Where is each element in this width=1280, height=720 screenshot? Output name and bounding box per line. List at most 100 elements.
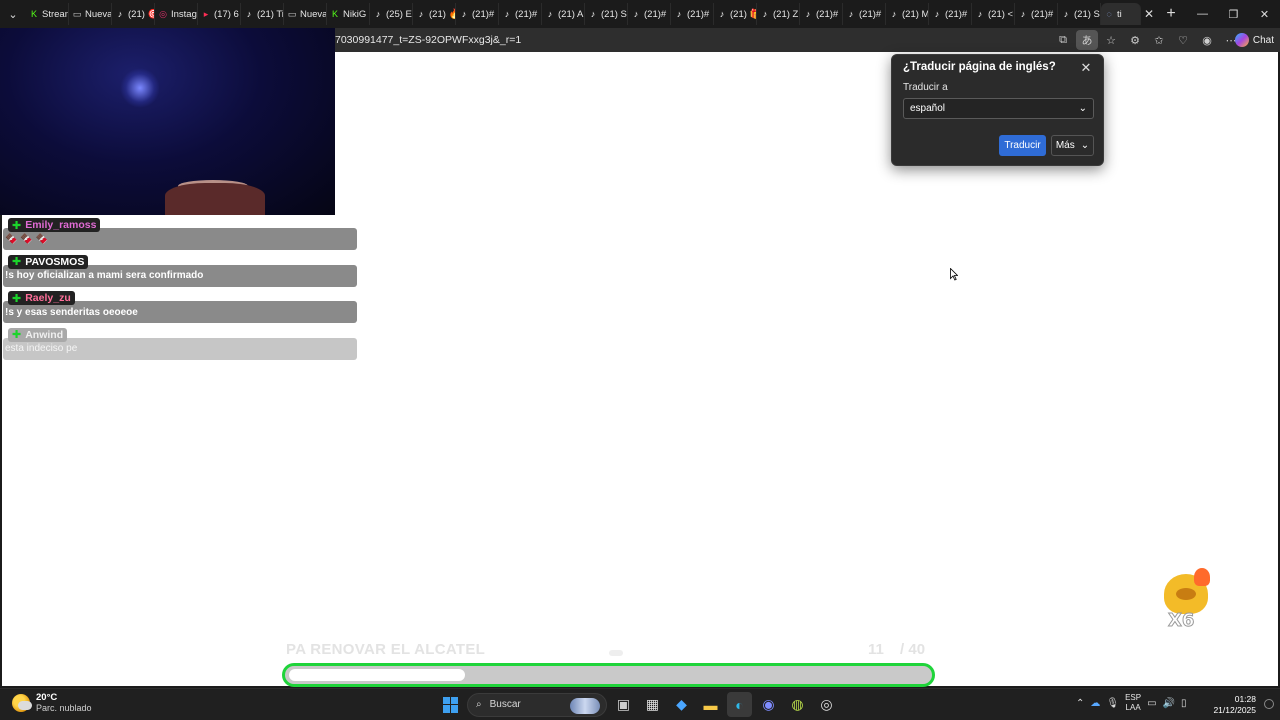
tab-7[interactable]: K NikiG — [327, 3, 370, 25]
tab-5[interactable]: ♪ (21) Tik — [241, 3, 284, 25]
tiktok-icon: ♪ — [461, 9, 467, 19]
tab-label: (21) 🔥 — [429, 8, 455, 20]
tab-list: KStream▭Nueva♪(21) 🎯◎Instagr▸(17) 6♪(21)… — [26, 0, 1101, 28]
translate-title: ¿Traducir página de inglés? — [903, 61, 1056, 73]
tiktok-icon: ♪ — [504, 9, 510, 19]
tab-2[interactable]: ♪ (21) 🎯 — [112, 3, 155, 25]
chat-username: Raely_zu — [25, 292, 71, 304]
tab-6[interactable]: ▭ Nueva — [284, 3, 327, 25]
profile-avatar-icon[interactable]: ◉ — [1196, 30, 1218, 50]
taskbar-search-placeholder: Buscar — [489, 699, 521, 710]
copilot-chat-button[interactable]: Chat — [1234, 31, 1274, 49]
new-tab-button[interactable]: + — [1157, 0, 1185, 28]
copilot-chat-label: Chat — [1252, 34, 1274, 46]
more-options-button[interactable]: Más ⌄ — [1051, 135, 1094, 156]
microphone-icon[interactable]: 🎙 — [1106, 698, 1119, 709]
store-icon[interactable]: ▦ — [640, 692, 665, 717]
tab-12[interactable]: ♪ (21) A — [542, 3, 585, 25]
clock[interactable]: 01:28 21/12/2025 — [1213, 694, 1256, 716]
discord-icon[interactable]: ◉ — [756, 692, 781, 717]
app-icon[interactable]: ◍ — [785, 692, 810, 717]
favorite-star-icon[interactable]: ☆ — [1100, 30, 1122, 50]
tab-label: (21)# — [816, 8, 839, 20]
start-button[interactable] — [438, 692, 463, 717]
weather-widget[interactable]: 20°C Parc. nublado — [12, 692, 92, 714]
tab-21[interactable]: ♪ (21)# — [929, 3, 972, 25]
tab-24[interactable]: ♪ (21) S — [1058, 3, 1101, 25]
chat-username-badge[interactable]: ✚ Anwind — [8, 327, 68, 342]
tab-10[interactable]: ♪ (21)# — [456, 3, 499, 25]
tab-23[interactable]: ♪ (21)# — [1015, 3, 1058, 25]
chat-username-badge[interactable]: ✚ PAVOSMOS — [8, 254, 89, 269]
tab-16[interactable]: ♪ (21) 🎁 — [714, 3, 757, 25]
tiktok-icon: ♪ — [762, 9, 768, 19]
tab-11[interactable]: ♪ (21)# — [499, 3, 542, 25]
show-hidden-icons-icon[interactable]: ⌃ — [1076, 698, 1084, 709]
tab-label: Nueva — [85, 8, 112, 20]
close-icon[interactable]: ✕ — [1077, 59, 1095, 77]
tab-20[interactable]: ♪ (21) M — [886, 3, 929, 25]
task-view-icon[interactable]: ▣ — [611, 692, 636, 717]
translate-popup: ¿Traducir página de inglés? ✕ Traducir a… — [891, 54, 1104, 166]
goal-counter: 11 / 40 — [868, 641, 925, 658]
windows-logo-icon — [442, 696, 459, 713]
tab-0[interactable]: K Stream — [26, 3, 69, 25]
chat-username-badge[interactable]: ✚ Emily_ramoss — [8, 218, 101, 232]
goal-label: PA RENOVAR EL ALCATEL — [286, 641, 486, 658]
tab-1[interactable]: ▭ Nueva — [69, 3, 112, 25]
tab-label: (21)# — [472, 8, 495, 20]
onedrive-icon[interactable]: ☁ — [1090, 698, 1100, 709]
battery-icon[interactable]: ▯ — [1181, 698, 1187, 709]
tab-22[interactable]: ♪ (21) < — [972, 3, 1015, 25]
translate-icon[interactable]: あ — [1076, 30, 1098, 50]
browser-essentials-icon[interactable]: ♡ — [1172, 30, 1194, 50]
tiktok-icon: ♪ — [719, 9, 725, 19]
taskbar-search[interactable]: ⌕ Buscar — [467, 692, 607, 717]
open-in-app-icon[interactable]: ⧉ — [1052, 30, 1074, 50]
edge-browser-icon[interactable]: ◐ — [727, 692, 752, 717]
tab-active[interactable]: ◌ ti — [1101, 3, 1141, 25]
volume-icon[interactable]: 🔊 — [1163, 698, 1175, 709]
tiktok-icon: ♪ — [375, 9, 381, 19]
copilot-app-icon[interactable]: ◆ — [669, 692, 694, 717]
stream-video[interactable] — [0, 28, 335, 215]
extensions-icon[interactable]: ⚙ — [1124, 30, 1146, 50]
favorites-icon[interactable]: ✩ — [1148, 30, 1170, 50]
close-tab-button[interactable]: ✕ — [1141, 6, 1157, 22]
tiktok-icon: ♪ — [117, 9, 123, 19]
notifications-icon[interactable] — [1264, 699, 1274, 709]
youtube-icon: ▸ — [203, 9, 209, 19]
input-language[interactable]: ESP LAA — [1125, 693, 1141, 713]
instagram-icon: ◎ — [159, 9, 167, 19]
minimize-button[interactable]: — — [1187, 0, 1218, 28]
close-window-button[interactable]: ✕ — [1249, 0, 1280, 28]
system-tray: ⌃ ☁ 🎙 ESP LAA ▭ 🔊 ▯ — [1076, 693, 1187, 713]
network-icon[interactable]: ▭ — [1147, 698, 1156, 709]
tab-actions-menu-button[interactable]: ⌄ — [0, 0, 26, 28]
partly-cloudy-icon — [12, 694, 32, 712]
chrome-icon[interactable]: ◎ — [814, 692, 839, 717]
translate-button[interactable]: Traducir — [999, 135, 1046, 156]
tab-19[interactable]: ♪ (21)# — [843, 3, 886, 25]
restore-button[interactable]: ❐ — [1218, 0, 1249, 28]
tab-13[interactable]: ♪ (21) S — [585, 3, 628, 25]
chat-username-badge[interactable]: ✚ Raely_zu — [8, 291, 75, 305]
tab-18[interactable]: ♪ (21)# — [800, 3, 843, 25]
language-select[interactable]: español ⌄ — [903, 98, 1094, 119]
tab-14[interactable]: ♪ (21)# — [628, 3, 671, 25]
weather-temperature: 20°C — [36, 692, 58, 703]
tab-3[interactable]: ◎ Instagr — [155, 3, 198, 25]
tiktok-icon: ♪ — [934, 9, 940, 19]
address-bar[interactable]: 7030991477_t=ZS-92OPWFxxg3j&_r=1 — [335, 32, 1110, 49]
tab-17[interactable]: ♪ (21) Z — [757, 3, 800, 25]
language-select-value: español — [910, 103, 946, 114]
tab-4[interactable]: ▸ (17) 6 — [198, 3, 241, 25]
tab-15[interactable]: ♪ (21)# — [671, 3, 714, 25]
plus-badge-icon: ✚ — [12, 256, 22, 268]
file-explorer-icon[interactable]: ▬ — [698, 692, 723, 717]
tab-label: (21) Z — [773, 8, 799, 20]
search-highlight-image — [570, 697, 600, 714]
tab-active-label: ti — [1117, 8, 1122, 20]
tab-9[interactable]: ♪ (21) 🔥 — [413, 3, 456, 25]
tab-8[interactable]: ♪ (25) E — [370, 3, 413, 25]
